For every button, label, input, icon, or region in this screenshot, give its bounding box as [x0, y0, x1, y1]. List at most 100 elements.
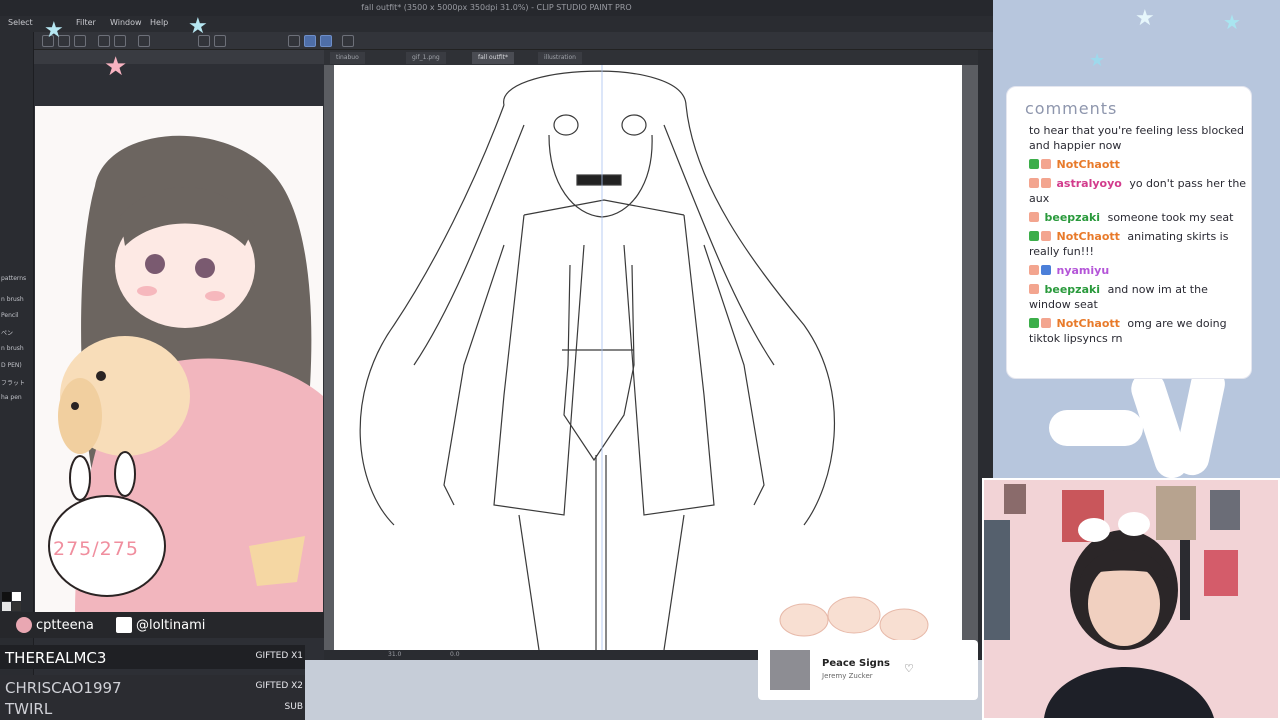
- grid-snap-icon[interactable]: [320, 35, 332, 47]
- gifter-name: CHRISCAO1997: [5, 679, 122, 697]
- chat-message: NotChaott omg are we doing tiktok lipsyn…: [1029, 316, 1247, 346]
- chat-username[interactable]: beepzaki: [1045, 283, 1101, 296]
- subscriber-badge-icon: [1041, 231, 1051, 241]
- chat-message: beepzaki and now im at the window seat: [1029, 282, 1247, 312]
- ruler-snap-icon[interactable]: [304, 35, 316, 47]
- spotify-icon: [16, 617, 32, 633]
- chat-message: beepzaki someone took my seat: [1029, 210, 1247, 225]
- moderator-badge-icon: [1029, 159, 1039, 169]
- clear-icon[interactable]: [138, 35, 150, 47]
- heart-icon[interactable]: ♡: [904, 662, 914, 675]
- star-icon: ★: [1223, 10, 1241, 34]
- star-icon: ★: [104, 52, 128, 82]
- subscriber-badge-icon: [1029, 212, 1039, 222]
- swatch[interactable]: [2, 602, 11, 611]
- swatch[interactable]: [12, 602, 21, 611]
- undo-icon[interactable]: [98, 35, 110, 47]
- tool-label[interactable]: n brush: [1, 345, 33, 352]
- subscriber-badge-icon: [1041, 178, 1051, 188]
- chat-username[interactable]: NotChaott: [1057, 158, 1120, 171]
- star-icon: ★: [44, 18, 64, 43]
- sub-view-tabs[interactable]: [34, 50, 324, 64]
- reference-illustration: 275/275: [35, 106, 323, 612]
- star-icon: ★: [1135, 6, 1155, 31]
- swatch[interactable]: [2, 592, 11, 601]
- gift-badge: GIFTED X1: [255, 651, 303, 661]
- subscriber-badge-icon: [1041, 318, 1051, 328]
- doc-tab-active[interactable]: fall outfit*: [472, 52, 514, 64]
- canvas-area[interactable]: [324, 65, 978, 650]
- chat-message: astralyoyo yo don't pass her the aux: [1029, 176, 1247, 206]
- cloud: [1049, 410, 1143, 446]
- gift-row: THEREALMC3 GIFTED X1: [0, 645, 305, 669]
- clip-studio-window: fall outfit* (3500 x 5000px 350dpi 31.0%…: [0, 0, 993, 720]
- chat-message: nyamiyu: [1029, 263, 1247, 278]
- bunny-ear: [1171, 363, 1229, 479]
- subscriber-badge-icon: [1029, 265, 1039, 275]
- command-bar: [34, 32, 993, 50]
- menu-help[interactable]: Help: [150, 18, 168, 27]
- doc-tab[interactable]: tinabuo: [330, 52, 365, 64]
- moderator-badge-icon: [1029, 231, 1039, 241]
- line-sketch: [359, 65, 929, 650]
- vip-badge-icon: [1041, 265, 1051, 275]
- menu-select[interactable]: Select: [8, 18, 33, 27]
- tool-label[interactable]: patterns: [1, 275, 33, 282]
- chat-box: comments to hear that you're feeling les…: [1006, 86, 1252, 379]
- chat-username[interactable]: nyamiyu: [1057, 264, 1110, 277]
- doc-tab[interactable]: gif_1.png: [406, 52, 446, 64]
- chat-username[interactable]: NotChaott: [1057, 230, 1120, 243]
- gifter-name: TWIRL: [5, 700, 53, 718]
- subscriber-badge-icon: [1029, 284, 1039, 294]
- save-icon[interactable]: [74, 35, 86, 47]
- gift-row: CHRISCAO1997 GIFTED X2: [0, 675, 305, 699]
- document-tabs: tinabuo gif_1.png fall outfit* illustrat…: [324, 50, 978, 65]
- tool-label[interactable]: Pencil: [1, 312, 33, 319]
- doc-tab[interactable]: illustration: [538, 52, 582, 64]
- twitter-icon: [116, 617, 132, 633]
- progress-counter: 275/275: [53, 538, 139, 560]
- window-title: fall outfit* (3500 x 5000px 350dpi 31.0%…: [0, 0, 993, 16]
- chat-text: someone took my seat: [1107, 211, 1234, 224]
- spotify-name: cptteena: [36, 617, 94, 633]
- settings-icon[interactable]: [342, 35, 354, 47]
- song-title: Peace Signs: [822, 658, 890, 669]
- redo-icon[interactable]: [114, 35, 126, 47]
- chat-text: to hear that you're feeling less blocked…: [1029, 124, 1244, 152]
- tool-label[interactable]: n brush: [1, 296, 33, 303]
- chat-message: NotChaott: [1029, 157, 1247, 172]
- zoom-value[interactable]: 31.0: [388, 651, 401, 658]
- webcam-scene: [984, 480, 1278, 718]
- snap-icon[interactable]: [288, 35, 300, 47]
- crop-icon[interactable]: [214, 35, 226, 47]
- webcam-feed: [982, 478, 1280, 720]
- subscriber-badge-icon: [1041, 159, 1051, 169]
- rotation-value[interactable]: 0.0: [450, 651, 460, 658]
- tool-label[interactable]: ha pen: [1, 394, 33, 401]
- swatch[interactable]: [12, 592, 21, 601]
- chat-username[interactable]: astralyoyo: [1057, 177, 1122, 190]
- chat-message: NotChaott animating skirts is really fun…: [1029, 229, 1247, 259]
- chat-messages: to hear that you're feeling less blocked…: [1029, 123, 1247, 350]
- chat-message: to hear that you're feeling less blocked…: [1029, 123, 1247, 153]
- canvas-paper[interactable]: [334, 65, 962, 650]
- chat-title: comments: [1025, 99, 1118, 118]
- gift-row: TWIRL SUB: [0, 698, 305, 720]
- tool-label[interactable]: フラット: [1, 378, 33, 387]
- star-icon: ★: [188, 14, 208, 39]
- menu-filter[interactable]: Filter: [76, 18, 96, 27]
- tool-label[interactable]: ペン: [1, 328, 33, 337]
- menu-window[interactable]: Window: [110, 18, 142, 27]
- tool-label[interactable]: D PEN): [1, 362, 33, 369]
- stream-screen: fall outfit* (3500 x 5000px 350dpi 31.0%…: [0, 0, 1280, 720]
- gift-badge: SUB: [284, 702, 303, 712]
- chat-username[interactable]: NotChaott: [1057, 317, 1120, 330]
- now-playing-widget: Peace Signs Jeremy Zucker ♡: [758, 640, 978, 700]
- subscriber-badge-icon: [1029, 178, 1039, 188]
- album-art: [770, 650, 810, 690]
- chat-username[interactable]: beepzaki: [1045, 211, 1101, 224]
- gifter-name: THEREALMC3: [5, 649, 107, 667]
- star-icon: ★: [1089, 50, 1106, 71]
- song-artist: Jeremy Zucker: [822, 672, 873, 680]
- twitter-handle: @loltinami: [116, 617, 205, 633]
